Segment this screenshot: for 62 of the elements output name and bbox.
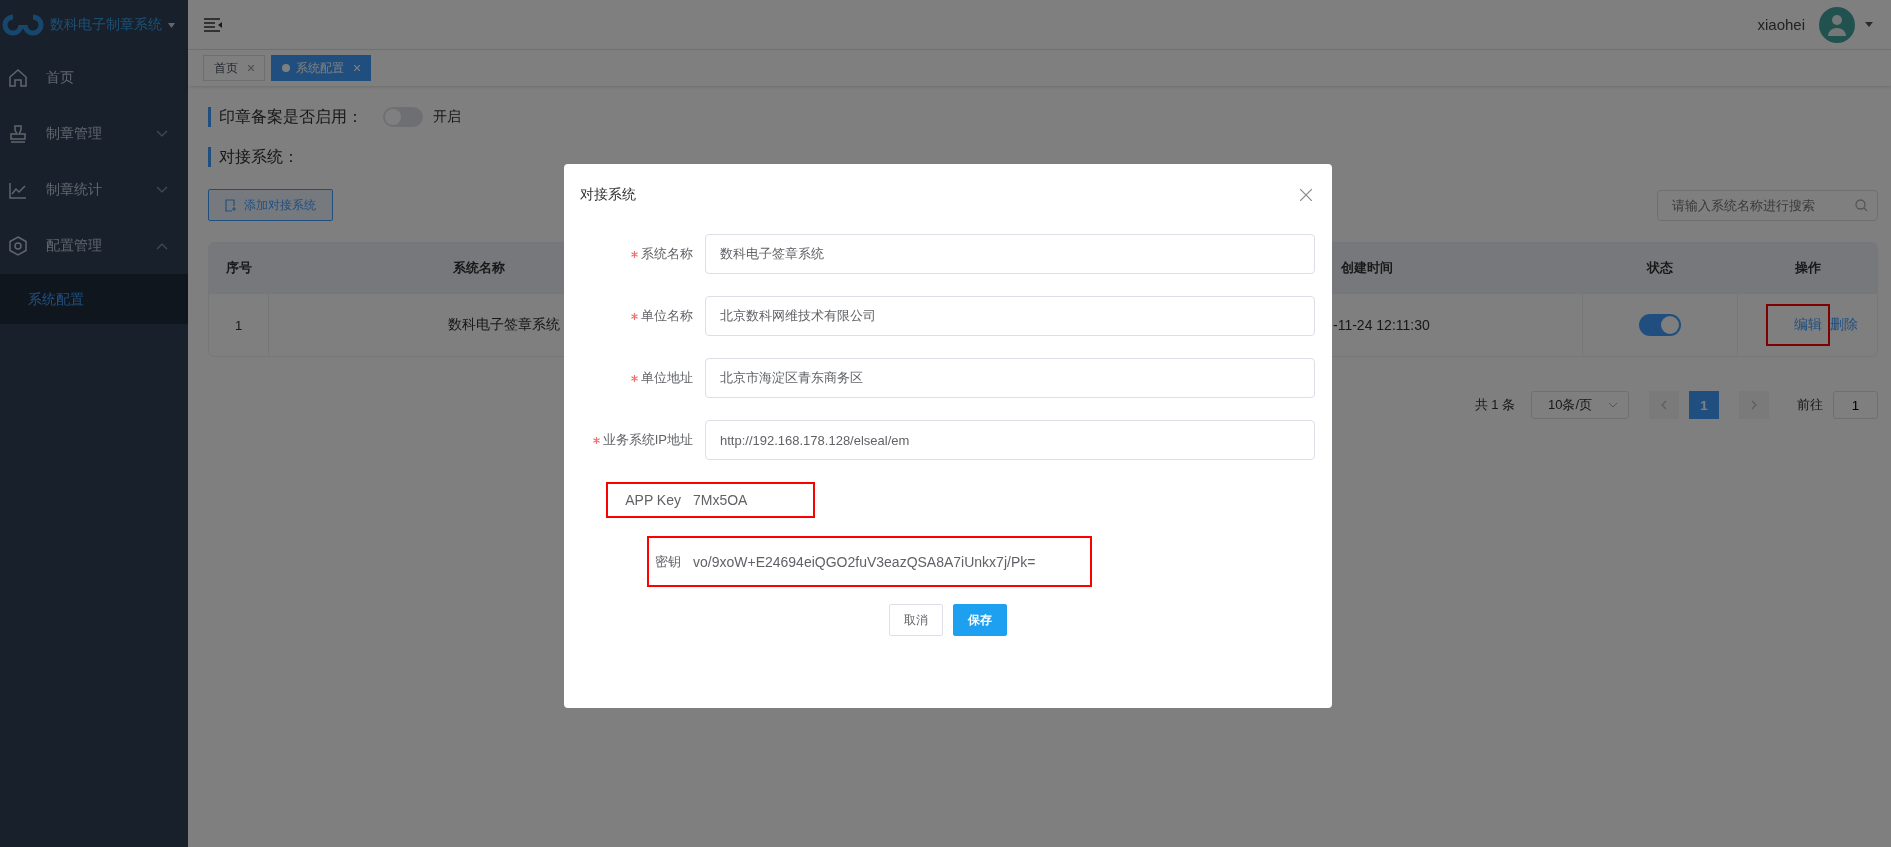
caret-icon[interactable] <box>1865 22 1873 27</box>
add-button[interactable]: 添加对接系统 <box>208 189 333 221</box>
table-cell: 数科电子签章系统 <box>447 316 560 334</box>
next-page-button[interactable] <box>1739 391 1769 419</box>
save-button[interactable]: 保存 <box>953 604 1007 636</box>
sidebar-item[interactable]: 制章统计 <box>0 162 188 218</box>
status-switch[interactable] <box>1639 314 1681 336</box>
info-label: 密钥 <box>654 552 682 571</box>
dialog-title: 对接系统 <box>580 186 636 204</box>
caret-icon[interactable] <box>168 22 175 28</box>
settings-icon <box>8 236 28 256</box>
info-label: APP Key <box>624 492 682 508</box>
field-label: 业务系统IP地址 <box>602 431 693 449</box>
dot-icon <box>282 64 290 72</box>
brand-title: 数科电子制章系统 <box>50 16 162 34</box>
action-link[interactable]: 编辑 <box>1793 316 1822 332</box>
input-field[interactable]: 北京数科网维技术有限公司 <box>705 296 1315 336</box>
section-title: 对接系统： <box>208 147 299 167</box>
menu-icon[interactable] <box>204 17 222 32</box>
page-tab[interactable]: 系统配置 <box>271 55 371 81</box>
input-field[interactable]: 数科电子签章系统 <box>705 234 1315 274</box>
column-header: 操作 <box>1793 259 1822 277</box>
previous-page-button[interactable] <box>1649 391 1679 419</box>
chevron-right-icon <box>1751 400 1757 410</box>
column-header: 创建时间 <box>1333 243 1583 293</box>
sidebar-item[interactable]: 配置管理 <box>0 218 188 274</box>
table-cell: -11-24 12:11:30 <box>1333 317 1430 333</box>
section-title: 印章备案是否启用： <box>208 107 363 127</box>
input-field[interactable]: 北京市海淀区青东商务区 <box>705 358 1315 398</box>
sidebar-subitem[interactable]: 系统配置 <box>0 274 188 324</box>
field-label: 单位地址 <box>641 369 693 387</box>
sidebar-item[interactable]: 首页 <box>0 50 188 106</box>
input-field[interactable]: http://192.168.178.128/elseal/em <box>705 420 1315 460</box>
close-icon[interactable] <box>248 65 254 71</box>
close-icon[interactable] <box>1300 189 1312 201</box>
page-tab[interactable]: 首页 <box>203 55 265 81</box>
user-name: xiaohei <box>1757 16 1805 33</box>
sidebar-item[interactable]: 制章管理 <box>0 106 188 162</box>
cancel-button[interactable]: 取消 <box>889 604 943 636</box>
logo-icon <box>2 14 44 36</box>
chevron-left-icon <box>1661 400 1667 410</box>
line-chart-icon <box>8 180 28 200</box>
add-document-icon <box>225 198 236 212</box>
chevron-icon <box>1608 402 1618 408</box>
column-header: 状态 <box>1583 243 1738 293</box>
info-value: vo/9xoW+E24694eiQGO2fuV3eazQSA8A7iUnkx7j/Pk= <box>693 553 1036 570</box>
search-field[interactable]: 请输入系统名称进行搜索 <box>1657 189 1878 221</box>
avatar[interactable] <box>1819 6 1855 43</box>
action-link[interactable]: 删除 <box>1829 316 1858 334</box>
column-header: 序号 <box>209 243 269 293</box>
table-cell: 1 <box>234 317 243 333</box>
field-label: 单位名称 <box>641 307 693 325</box>
page-size-select[interactable]: 10条/页 <box>1531 391 1629 419</box>
info-value: 7Mx5OA <box>693 492 748 508</box>
toggle-label: 开启 <box>433 108 461 126</box>
search-icon <box>1855 198 1868 212</box>
page-number[interactable]: 1 <box>1689 391 1719 419</box>
home-icon <box>8 68 28 88</box>
goto-page-field[interactable]: 1 <box>1833 391 1878 419</box>
goto-label: 前往 <box>1797 396 1823 414</box>
stamp-icon <box>8 124 28 144</box>
total-count: 共 1 条 <box>1474 396 1515 414</box>
